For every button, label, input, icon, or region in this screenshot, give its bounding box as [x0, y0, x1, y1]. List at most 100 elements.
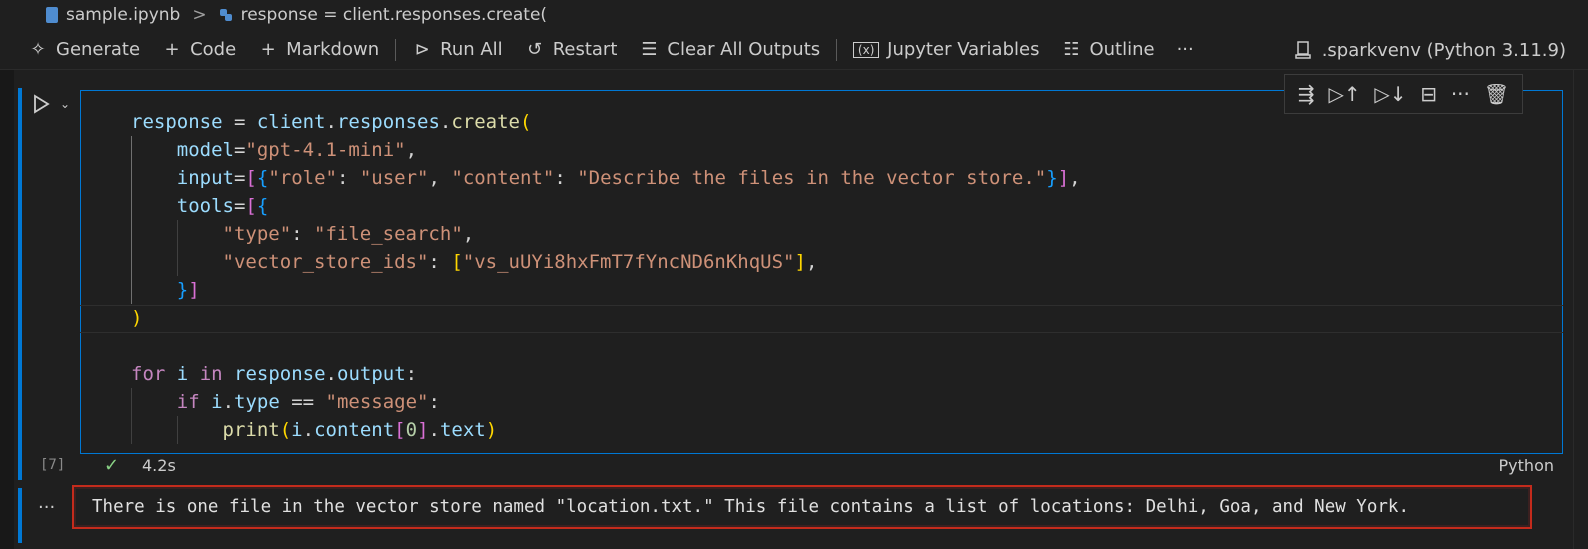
more-icon: ··· — [1176, 39, 1194, 60]
add-code-button[interactable]: + Code — [162, 39, 237, 60]
token: for — [131, 363, 166, 385]
token: type — [234, 391, 280, 413]
token: "content" — [451, 167, 555, 189]
token: i — [211, 391, 223, 413]
execute-above-icon[interactable]: ⇶ — [1298, 82, 1315, 106]
token: "Describe the files in the vector store.… — [577, 167, 1047, 189]
token: i — [291, 419, 303, 441]
code-line: input=[{"role": "user", "content": "Desc… — [176, 167, 1081, 189]
output-text: There is one file in the vector store na… — [92, 497, 1409, 517]
clear-outputs-label: Clear All Outputs — [667, 39, 821, 60]
token: model — [176, 139, 234, 161]
breadcrumb-symbol[interactable]: response = client.responses.create( — [241, 5, 547, 25]
chevron-down-icon[interactable]: ⌄ — [60, 97, 70, 111]
play-icon — [34, 94, 50, 114]
execution-duration: 4.2s — [142, 456, 176, 475]
toolbar-divider — [836, 38, 838, 61]
sparkle-icon: ✧ — [30, 39, 46, 60]
generate-button[interactable]: ✧ Generate — [28, 39, 140, 60]
token: text — [439, 419, 486, 441]
breadcrumb: sample.ipynb > response = client.respons… — [0, 0, 1588, 30]
token: print — [222, 419, 280, 441]
code-line: model="gpt-4.1-mini", — [176, 139, 418, 161]
token: response — [234, 363, 326, 385]
code-line: response = client.responses.create( — [131, 111, 532, 133]
run-above-icon[interactable]: ▷↑ — [1328, 82, 1360, 106]
outline-icon: ☷ — [1063, 39, 1080, 60]
token: = — [222, 111, 257, 133]
cell-language[interactable]: Python — [1499, 456, 1554, 475]
clear-outputs-button[interactable]: ☰ Clear All Outputs — [639, 39, 820, 60]
token: input — [176, 167, 234, 189]
more-actions-button[interactable]: ··· — [1177, 39, 1194, 60]
jupyter-variables-button[interactable]: (x) Jupyter Variables — [853, 39, 1039, 60]
notebook-file-icon — [46, 7, 58, 23]
run-below-icon[interactable]: ▷↓ — [1374, 82, 1406, 106]
token: "user" — [359, 167, 429, 189]
token: "role" — [268, 167, 337, 189]
token: "vector_store_ids" — [222, 251, 429, 273]
code-label: Code — [190, 39, 237, 60]
run-all-label: Run All — [440, 39, 503, 60]
kernel-icon — [1294, 41, 1311, 59]
code-line: for i in response.output: — [131, 363, 418, 385]
code-content: response = client.responses.create( mode… — [131, 108, 1081, 444]
breadcrumb-separator: > — [192, 5, 207, 25]
token: client — [256, 111, 326, 133]
variables-label: Jupyter Variables — [887, 39, 1040, 60]
code-line: ) — [131, 307, 143, 329]
token: 0 — [405, 419, 418, 441]
token: create — [451, 111, 520, 133]
plus-icon: + — [260, 39, 276, 60]
token: "vs_uUYi8hxFmT7fYncND6nKhqUS" — [462, 251, 795, 273]
python-icon — [219, 9, 232, 21]
check-icon: ✓ — [104, 455, 120, 476]
token: content — [314, 419, 395, 441]
token: i — [176, 363, 189, 385]
outline-button[interactable]: ☷ Outline — [1061, 39, 1154, 60]
kernel-label: .sparkvenv (Python 3.11.9) — [1321, 39, 1566, 61]
split-cell-icon[interactable]: ⊟ — [1420, 82, 1437, 106]
more-icon[interactable]: ··· — [1451, 82, 1470, 106]
breadcrumb-file[interactable]: sample.ipynb — [66, 5, 180, 25]
kernel-picker[interactable]: .sparkvenv (Python 3.11.9) — [1294, 30, 1566, 70]
token: in — [199, 363, 223, 385]
code-line: "vector_store_ids": ["vs_uUYi8hxFmT7fYnc… — [222, 251, 818, 273]
token: "gpt-4.1-mini" — [245, 139, 406, 161]
plus-icon: + — [164, 39, 180, 60]
run-all-icon: ⊳ — [414, 39, 430, 60]
run-cell-button[interactable]: ⌄ — [32, 94, 70, 114]
execution-count: [7] — [40, 457, 66, 473]
toolbar-divider — [395, 38, 397, 61]
code-line: if i.type == "message": — [176, 391, 440, 413]
clear-all-icon: ☰ — [641, 39, 658, 60]
token: responses — [336, 111, 440, 133]
restart-label: Restart — [552, 39, 618, 60]
token: output — [337, 363, 406, 385]
cell-focus-indicator — [18, 88, 22, 480]
add-markdown-button[interactable]: + Markdown — [258, 39, 380, 60]
token: == — [279, 391, 326, 413]
markdown-label: Markdown — [286, 39, 380, 60]
code-line: tools=[{ — [176, 195, 269, 217]
outline-label: Outline — [1089, 39, 1155, 60]
restart-button[interactable]: ↺ Restart — [525, 39, 618, 60]
cell-status: [7] ✓ 4.2s Python — [0, 455, 1588, 479]
token: "message" — [325, 391, 429, 413]
trash-icon[interactable]: 🗑 — [1484, 82, 1509, 106]
code-line: "type": "file_search", — [222, 223, 475, 245]
token: "type" — [222, 223, 292, 245]
restart-icon: ↺ — [527, 39, 543, 60]
variables-icon: (x) — [853, 41, 880, 58]
generate-label: Generate — [56, 39, 141, 60]
token: response — [131, 111, 223, 133]
run-all-button[interactable]: ⊳ Run All — [412, 39, 503, 60]
code-line: print(i.content[0].text) — [222, 419, 498, 441]
token: tools — [176, 195, 234, 217]
token: if — [176, 391, 200, 413]
output-focus-indicator — [18, 488, 22, 543]
output-actions-icon[interactable]: ··· — [38, 497, 55, 518]
cell-output: There is one file in the vector store na… — [72, 485, 1532, 529]
cell-toolbar: ⇶ ▷↑ ▷↓ ⊟ ··· 🗑 — [1284, 74, 1523, 114]
token: "file_search" — [314, 223, 463, 245]
